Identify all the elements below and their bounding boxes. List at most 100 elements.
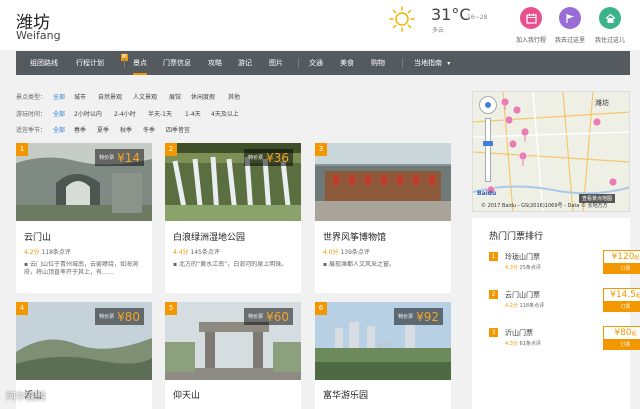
book-ticket-button[interactable]: 订票 bbox=[603, 340, 640, 350]
description-text: 展现潍都人文风采之窗。 bbox=[329, 261, 396, 268]
filter-option[interactable]: 自然景观 bbox=[98, 92, 122, 101]
ticket-ranking-title: 热门门票排行 bbox=[489, 232, 544, 242]
speech-icon: ▪ bbox=[173, 261, 178, 268]
rating-score: 4.3分 bbox=[505, 265, 518, 271]
filter-option[interactable]: 四季皆宜 bbox=[166, 125, 190, 134]
description-text: 云门山位于青州城南，云雾缭绕，如海洞 bbox=[30, 261, 139, 268]
attraction-photo[interactable]: 4 特价票 ¥80 bbox=[16, 302, 152, 380]
attraction-card[interactable]: 3 世界风筝博物馆 4.0分 139条点评 ▪ 展现潍都人文风采之窗。 bbox=[315, 143, 451, 293]
rank-number-badge: 1 bbox=[16, 143, 28, 156]
price-tag: 特价票 ¥36 bbox=[244, 149, 293, 166]
filter-option[interactable]: 冬季 bbox=[143, 125, 155, 134]
rating-score: 4.2分 bbox=[505, 303, 518, 309]
filter-option[interactable]: 1-4天 bbox=[185, 109, 201, 118]
filter-option[interactable]: 秋季 bbox=[120, 125, 132, 134]
nav-photos[interactable]: 图片 bbox=[269, 51, 283, 75]
map-pan-control[interactable] bbox=[479, 96, 497, 114]
nav-tickets[interactable]: 门票信息 bbox=[163, 51, 191, 75]
filter-option[interactable]: 2小时以内 bbox=[74, 109, 102, 118]
add-to-itinerary-button[interactable]: 加入我行程 bbox=[511, 7, 551, 44]
zoom-slider[interactable] bbox=[483, 118, 493, 182]
price-tag-label: 特价票 bbox=[398, 313, 414, 320]
attraction-map[interactable]: 潍坊 Baidu 查看景点地图 © 2017 Baidu - GS(2016)1… bbox=[472, 91, 630, 212]
attraction-name[interactable]: 富华游乐园 bbox=[323, 388, 368, 401]
stayed-here-button[interactable]: 我住过这儿 bbox=[590, 7, 630, 44]
ticket-price-value: ¥14.5 bbox=[610, 290, 636, 300]
attraction-photo[interactable]: 6 特价票 ¥92 bbox=[315, 302, 451, 380]
attraction-photo[interactable]: 2 特价票 ¥36 bbox=[165, 143, 301, 221]
filter-option[interactable]: 全部 bbox=[53, 109, 65, 118]
nav-divider bbox=[298, 58, 299, 68]
attraction-name[interactable]: 白浪绿洲湿地公园 bbox=[173, 230, 245, 243]
price-tag-label: 特价票 bbox=[248, 154, 264, 161]
stayed-here-label: 我住过这儿 bbox=[594, 37, 625, 44]
price-tag-value: ¥36 bbox=[266, 150, 289, 165]
ticket-ranking-panel: 热门门票排行 1 玲珑山门票 4.3分 25条点评 ¥120起 订票 2 云门山… bbox=[472, 218, 640, 409]
attraction-rating: 4.2分 118条点评 bbox=[24, 247, 71, 256]
nav-local-guide-label: 当地指南 bbox=[414, 59, 442, 67]
attraction-photo-art bbox=[315, 143, 451, 221]
baidu-logo: Baidu bbox=[477, 190, 497, 197]
attraction-card[interactable]: 6 特价票 ¥92 富华游乐园 bbox=[315, 302, 451, 409]
ticket-name[interactable]: 云门山门票 bbox=[505, 290, 540, 300]
nav-travelogues[interactable]: 游记 bbox=[238, 51, 252, 75]
review-count: 118条点评 bbox=[41, 249, 71, 256]
ticket-name[interactable]: 玲珑山门票 bbox=[505, 252, 540, 262]
been-here-button[interactable]: 我去过这里 bbox=[550, 7, 590, 44]
book-ticket-button[interactable]: 订票 bbox=[603, 302, 640, 312]
nav-food[interactable]: 美食 bbox=[340, 51, 354, 75]
nav-itinerary[interactable]: 行程计划 bbox=[76, 51, 104, 75]
filter-option[interactable]: 休闲度假 bbox=[191, 92, 215, 101]
nav-divider bbox=[124, 58, 125, 68]
filter-option[interactable]: 春季 bbox=[74, 125, 86, 134]
nav-group-tours[interactable]: 组团路线 bbox=[30, 51, 58, 75]
filter-option[interactable]: 城市 bbox=[74, 92, 86, 101]
ticket-rating: 4.3分 61条点评 bbox=[505, 340, 541, 347]
filter-option[interactable]: 半天-1天 bbox=[148, 109, 172, 118]
description-line: ▪ 展现潍都人文风采之窗。 bbox=[323, 261, 445, 269]
filter-option[interactable]: 全部 bbox=[53, 125, 65, 134]
price-unit: 起 bbox=[634, 255, 640, 261]
filter-option[interactable]: 2-4小时 bbox=[114, 109, 136, 118]
attraction-name[interactable]: 世界风筝博物馆 bbox=[323, 230, 386, 243]
filter-option[interactable]: 4天及以上 bbox=[211, 109, 239, 118]
filter-option[interactable]: 夏季 bbox=[97, 125, 109, 134]
zoom-slider-handle[interactable] bbox=[483, 141, 493, 146]
ticket-name[interactable]: 沂山门票 bbox=[505, 328, 533, 338]
price-tag-value: ¥60 bbox=[266, 309, 289, 324]
rating-score: 4.0分 bbox=[323, 249, 339, 256]
nav-attractions[interactable]: 景点 bbox=[133, 51, 147, 75]
filter-option[interactable]: 其他 bbox=[228, 92, 240, 101]
price-tag: 特价票 ¥14 bbox=[95, 149, 144, 166]
attraction-name[interactable]: 云门山 bbox=[24, 230, 51, 243]
nav-shopping[interactable]: 购物 bbox=[371, 51, 385, 75]
price-tag-label: 特价票 bbox=[99, 154, 115, 161]
rating-score: 4.4分 bbox=[173, 249, 189, 256]
attraction-description: ▪ 云门山位于青州城南，云雾缭绕，如海洞 府，将山顶直率开于其上，有…… bbox=[24, 261, 146, 277]
filter-option[interactable]: 人文景观 bbox=[133, 92, 157, 101]
nav-local-guide[interactable]: 当地指南 ▾ bbox=[414, 51, 450, 75]
attraction-photo[interactable]: 3 bbox=[315, 143, 451, 221]
filter-option[interactable]: 展馆 bbox=[169, 92, 181, 101]
filter-option[interactable]: 全部 bbox=[53, 92, 65, 101]
nav-transport[interactable]: 交通 bbox=[309, 51, 323, 75]
price-tag-label: 特价票 bbox=[248, 313, 264, 320]
attraction-card[interactable]: 2 特价票 ¥36 白浪绿洲湿地公园 4.4分 145条点评 ▪ 北方的“黄水江… bbox=[165, 143, 301, 293]
attraction-photo[interactable]: 5 特价票 ¥60 bbox=[165, 302, 301, 380]
calendar-icon bbox=[520, 7, 542, 29]
rank-number-badge: 1 bbox=[489, 252, 498, 261]
ticket-price: ¥120起 bbox=[603, 250, 640, 264]
ticket-price: ¥80起 bbox=[603, 326, 640, 340]
review-count: 145条点评 bbox=[190, 249, 220, 256]
price-tag: 特价票 ¥60 bbox=[244, 308, 293, 325]
attraction-photo[interactable]: 1 特价票 ¥14 bbox=[16, 143, 152, 221]
rating-score: 4.3分 bbox=[505, 341, 518, 347]
attraction-card[interactable]: 5 特价票 ¥60 仰天山 bbox=[165, 302, 301, 409]
review-count: 118条点评 bbox=[519, 303, 545, 309]
nav-guides[interactable]: 攻略 bbox=[208, 51, 222, 75]
attraction-name[interactable]: 仰天山 bbox=[173, 388, 200, 401]
attraction-card[interactable]: 1 特价票 ¥14 云门山 4.2分 118条点评 ▪ 云门山位于青州城南，云雾… bbox=[16, 143, 152, 293]
review-count: 139条点评 bbox=[340, 249, 370, 256]
ticket-price-value: ¥120 bbox=[611, 252, 635, 262]
book-ticket-button[interactable]: 订票 bbox=[603, 264, 640, 274]
